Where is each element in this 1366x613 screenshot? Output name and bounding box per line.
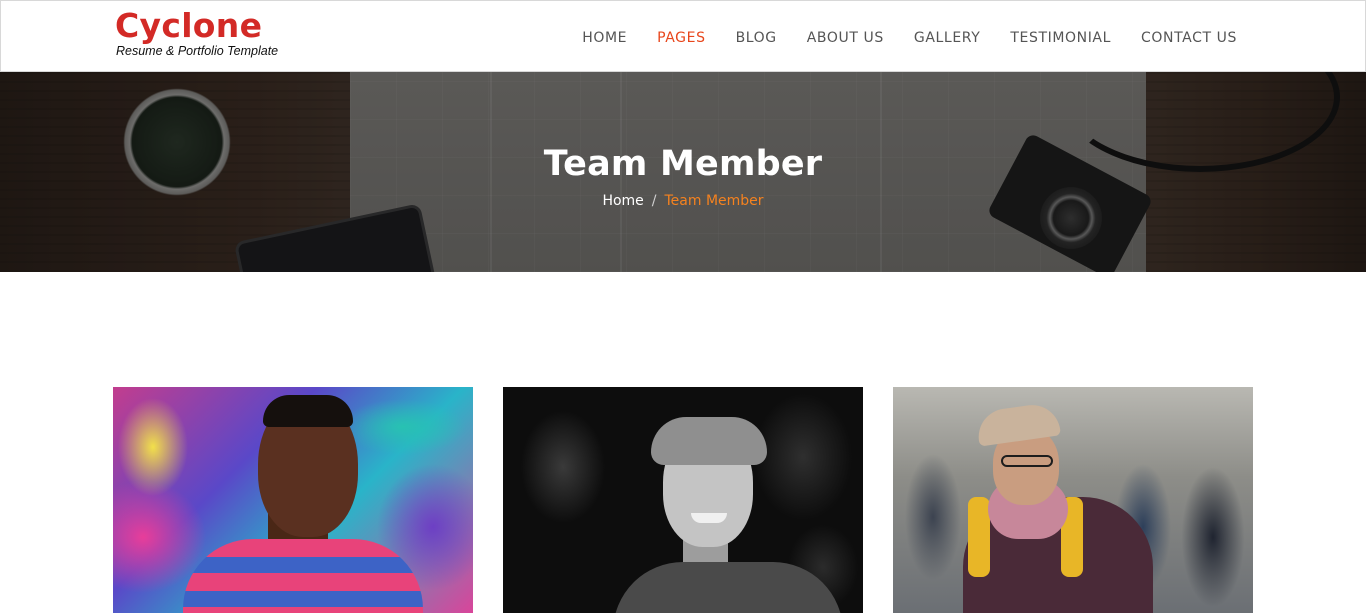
breadcrumb: Home / Team Member xyxy=(0,192,1366,210)
photo-shape xyxy=(651,417,767,465)
breadcrumb-home-link[interactable]: Home xyxy=(602,193,643,209)
member-photo-graffiti xyxy=(113,387,473,613)
team-member-card[interactable] xyxy=(113,387,473,613)
photo-shape xyxy=(613,562,843,613)
site-header: Cyclone Resume & Portfolio Template HOME… xyxy=(0,0,1366,72)
nav-item-pages[interactable]: PAGES xyxy=(657,29,705,47)
nav-item-about-us[interactable]: ABOUT US xyxy=(807,29,884,47)
nav-item-gallery[interactable]: GALLERY xyxy=(914,29,980,47)
photo-shape xyxy=(691,513,727,523)
breadcrumb-separator: / xyxy=(651,193,657,209)
member-photo-street xyxy=(893,387,1253,613)
team-member-card[interactable] xyxy=(503,387,863,613)
breadcrumb-current: Team Member xyxy=(664,193,764,209)
photo-shape xyxy=(968,497,990,577)
member-photo-bw xyxy=(503,387,863,613)
logo[interactable]: Cyclone Resume & Portfolio Template xyxy=(115,7,279,59)
main-nav: HOME PAGES BLOG ABOUT US GALLERY TESTIMO… xyxy=(582,29,1237,47)
nav-item-home[interactable]: HOME xyxy=(582,29,627,47)
nav-item-testimonial[interactable]: TESTIMONIAL xyxy=(1010,29,1111,47)
logo-tagline: Resume & Portfolio Template xyxy=(116,44,279,58)
photo-shape xyxy=(263,395,353,427)
photo-shape xyxy=(1001,455,1053,467)
nav-item-blog[interactable]: BLOG xyxy=(736,29,777,47)
logo-title[interactable]: Cyclone xyxy=(115,7,278,45)
nav-item-contact-us[interactable]: CONTACT US xyxy=(1141,29,1237,47)
page-banner: Team Member Home / Team Member xyxy=(0,72,1366,272)
team-grid xyxy=(113,387,1253,613)
team-member-card[interactable] xyxy=(893,387,1253,613)
page-title: Team Member xyxy=(543,144,823,184)
photo-shape xyxy=(183,539,423,613)
